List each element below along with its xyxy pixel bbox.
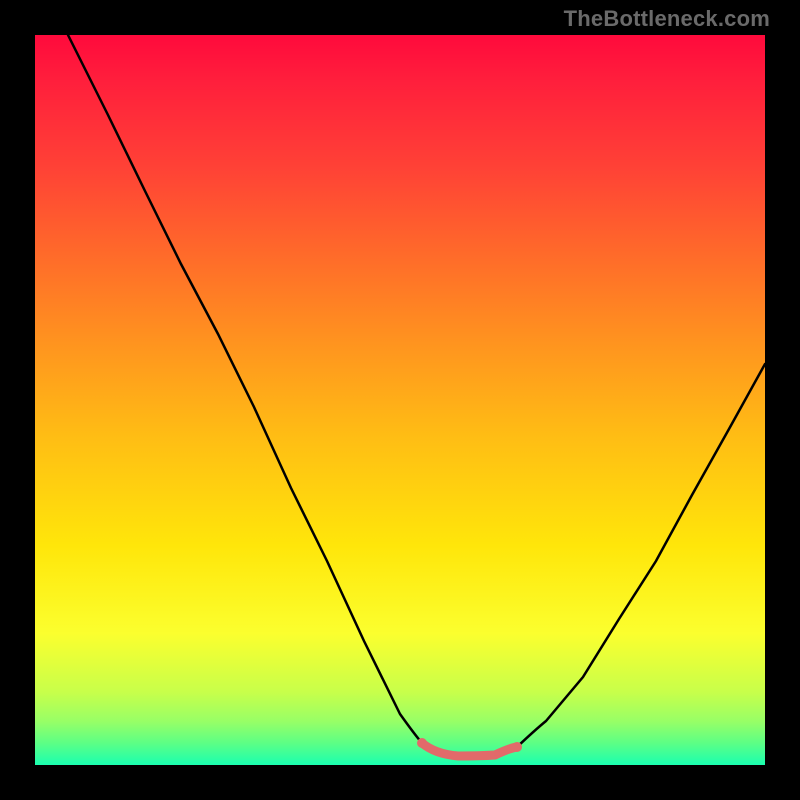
bottleneck-curve xyxy=(68,35,765,756)
plot-area xyxy=(35,35,765,765)
highlight-endpoint-right xyxy=(512,742,522,752)
highlight-endpoint-left xyxy=(417,738,427,748)
optimal-range-highlight xyxy=(422,743,517,756)
curve-layer xyxy=(35,35,765,765)
watermark-text: TheBottleneck.com xyxy=(564,6,770,32)
chart-frame: TheBottleneck.com xyxy=(0,0,800,800)
